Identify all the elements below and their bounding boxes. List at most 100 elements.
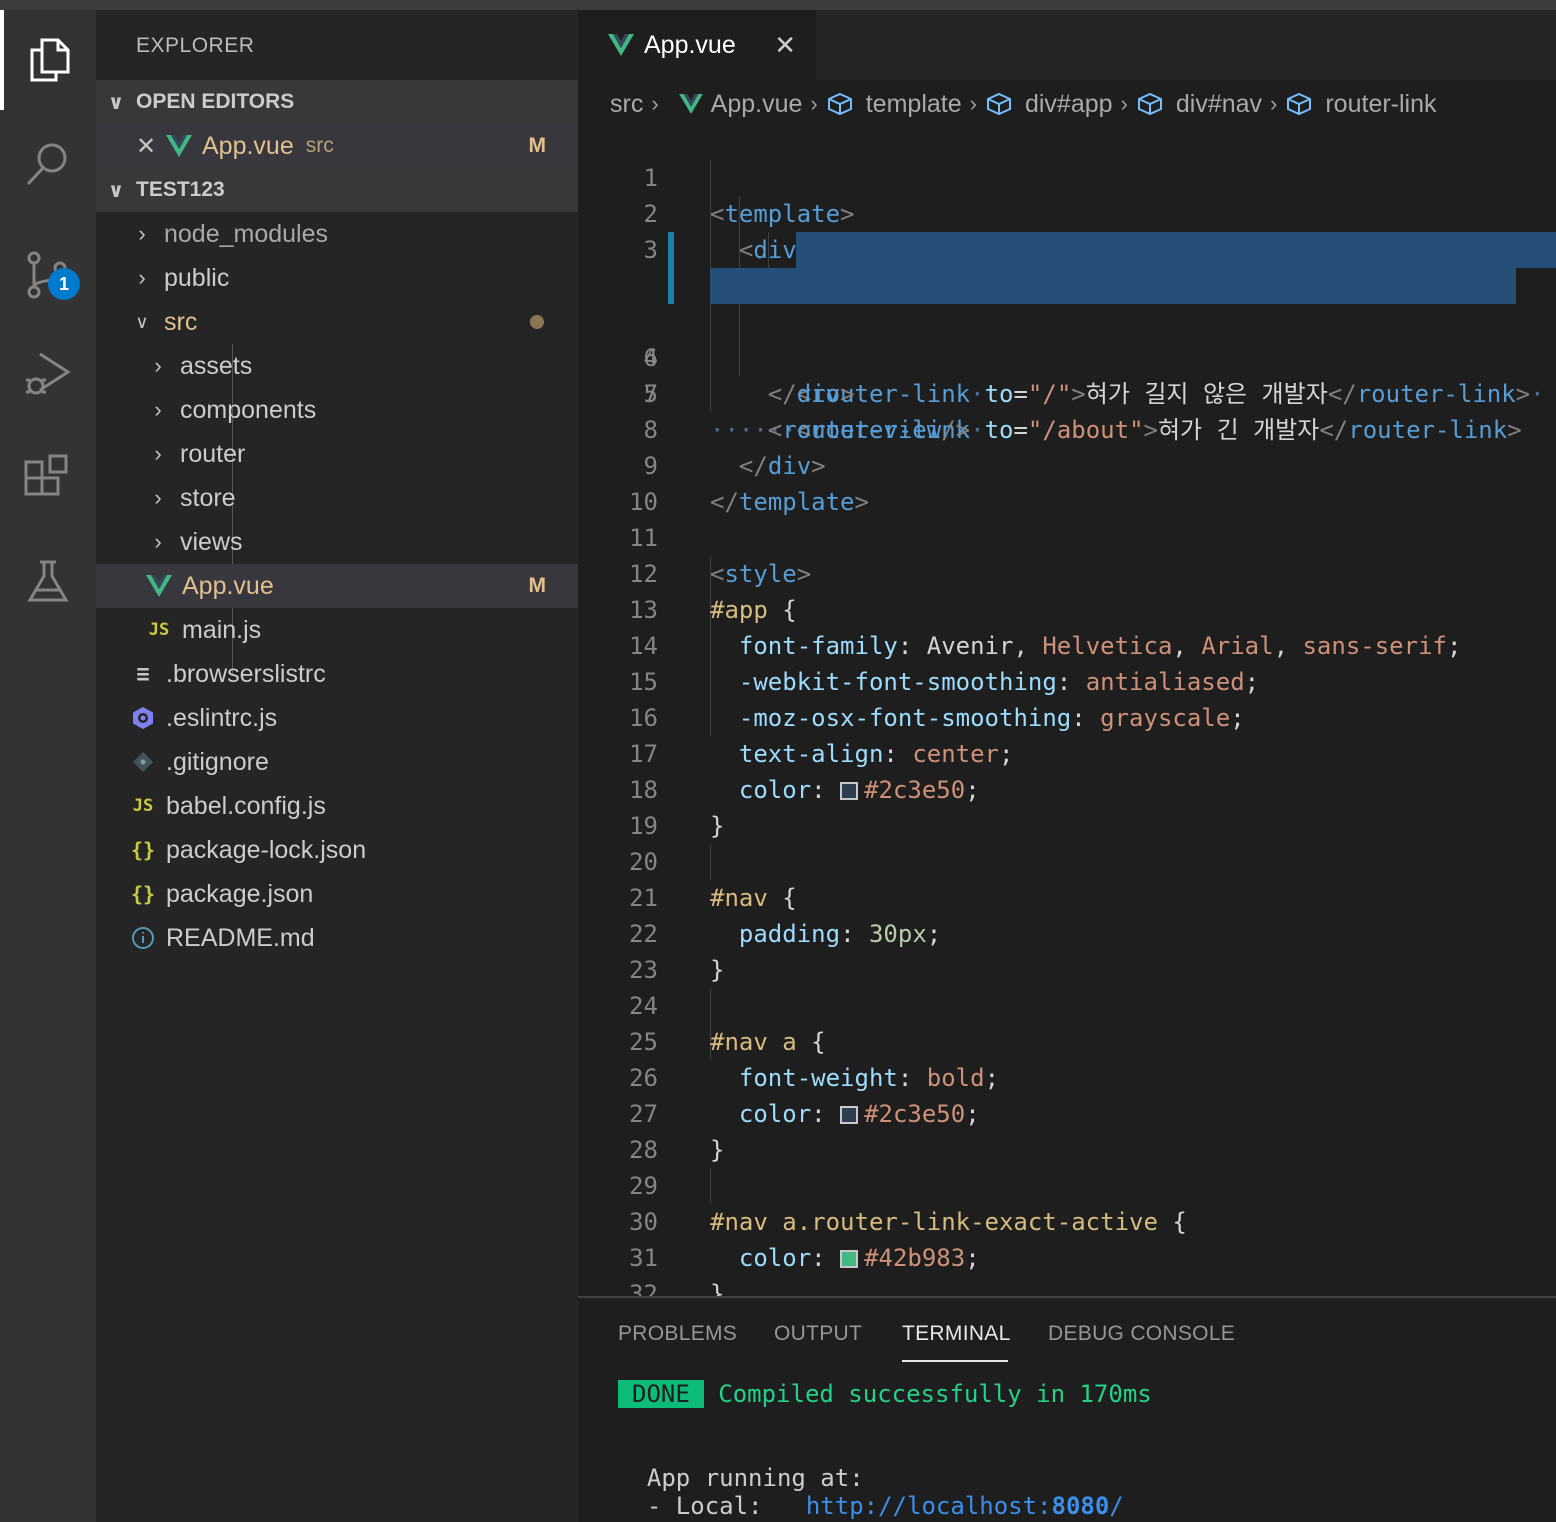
tree-file-browserslistrc[interactable]: ≡ .browserslistrc: [96, 652, 578, 696]
tab-label: App.vue: [644, 30, 736, 59]
code-line: 33: [578, 1276, 1556, 1296]
close-icon[interactable]: ✕: [774, 30, 796, 61]
code-line: 31 }: [578, 1204, 1556, 1296]
tree-file-gitignore[interactable]: .gitignore: [96, 740, 578, 784]
code-line: 24 #nav a {: [578, 952, 1556, 1056]
tree-file-package-lock[interactable]: {} package-lock.json: [96, 828, 578, 872]
folder-label: store: [180, 483, 236, 512]
terminal-line: - Local: http://localhost:8080/: [618, 1492, 1124, 1520]
file-label: main.js: [182, 615, 262, 644]
explorer-activity-icon[interactable]: [0, 10, 96, 110]
json-file-icon: {}: [130, 838, 156, 862]
chevron-down-icon: ∨: [107, 179, 125, 202]
open-editors-label: OPEN EDITORS: [136, 90, 295, 113]
breadcrumb-item[interactable]: App.vue: [711, 90, 803, 119]
code-line: 1 <template>: [578, 124, 1556, 228]
compiled-message: Compiled successfully in 170ms: [718, 1380, 1152, 1408]
folder-label: public: [164, 263, 230, 292]
tree-file-readme[interactable]: README.md: [96, 916, 578, 960]
vue-file-icon: [146, 573, 172, 599]
open-editor-folder: src: [305, 134, 334, 157]
code-line: 7 <router-view/>: [578, 340, 1556, 444]
open-editor-name: App.vue: [202, 131, 294, 160]
activity-bar: 1: [0, 10, 96, 1522]
terminal-line: App running at:: [618, 1464, 864, 1492]
code-line: 19: [578, 772, 1556, 840]
local-label: - Local:: [646, 1492, 763, 1520]
local-url[interactable]: http://localhost:8080/: [806, 1492, 1124, 1520]
js-file-icon: JS: [132, 796, 154, 816]
code-line: 12 #app {: [578, 520, 1556, 624]
code-line: 15 -moz-osx-font-smoothing: grayscale;: [578, 628, 1556, 732]
chevron-right-icon: ›: [138, 265, 146, 290]
open-editor-item[interactable]: ✕ App.vue src M: [96, 124, 578, 168]
code-line: 16 text-align: center;: [578, 664, 1556, 768]
tab-terminal[interactable]: TERMINAL: [902, 1322, 1011, 1346]
code-line: 8 </div>: [578, 376, 1556, 480]
chevron-right-icon: ›: [154, 485, 162, 510]
search-activity-icon[interactable]: [0, 114, 96, 214]
tree-folder-store[interactable]: › store: [96, 476, 578, 520]
eslint-file-icon: [130, 705, 156, 731]
tree-folder-router[interactable]: › router: [96, 432, 578, 476]
file-label: .eslintrc.js: [166, 703, 278, 732]
breadcrumb-item[interactable]: router-link: [1325, 90, 1436, 119]
tree-folder-components[interactable]: › components: [96, 388, 578, 432]
code-line: 6 </div>: [578, 304, 1556, 408]
tree-folder-src[interactable]: ∨ src: [96, 300, 578, 344]
explorer-title: EXPLORER: [136, 34, 255, 57]
info-file-icon: [130, 925, 156, 951]
breadcrumb-item[interactable]: template: [866, 90, 962, 119]
code-line-selected: 4 <router-link·to="/">혀가 길지 않은 개발자</rout…: [578, 232, 1556, 408]
tree-folder-assets[interactable]: › assets: [96, 344, 578, 388]
run-debug-activity-icon[interactable]: [0, 324, 96, 424]
code-line: 32 </style>: [578, 1240, 1556, 1296]
code-editor[interactable]: 1 <template> 2 <div id="app"> 3 <div id=…: [578, 124, 1556, 1296]
tree-file-eslintrc[interactable]: .eslintrc.js: [96, 696, 578, 740]
code-line: 30 color: #42b983;: [578, 1168, 1556, 1272]
symbol-cube-icon: [986, 92, 1011, 116]
breadcrumb-item[interactable]: div#nav: [1176, 90, 1262, 119]
running-label: App running at:: [646, 1464, 864, 1492]
file-label: package.json: [166, 879, 314, 908]
lines-file-icon: ≡: [136, 661, 150, 687]
tab-app-vue[interactable]: App.vue ✕: [578, 10, 816, 80]
code-line: 3 <div id="nav">: [578, 196, 1556, 300]
tab-problems[interactable]: PROBLEMS: [618, 1322, 737, 1346]
tree-file-babel-config[interactable]: JS babel.config.js: [96, 784, 578, 828]
editor-area: App.vue ✕ src › App.vue › template › div…: [578, 10, 1556, 1296]
tab-debug-console[interactable]: DEBUG CONSOLE: [1048, 1322, 1235, 1346]
chevron-right-icon: ›: [154, 529, 162, 554]
tab-output[interactable]: OUTPUT: [774, 1322, 862, 1346]
file-label: .gitignore: [166, 747, 269, 776]
project-header[interactable]: ∨ TEST123: [96, 168, 578, 212]
js-file-icon: JS: [148, 620, 170, 640]
chevron-right-icon: ›: [1270, 91, 1278, 116]
git-file-icon: [130, 749, 156, 775]
testing-activity-icon[interactable]: [0, 532, 96, 632]
folder-label: views: [180, 527, 243, 556]
bottom-panel: PROBLEMS OUTPUT TERMINAL DEBUG CONSOLE D…: [578, 1296, 1556, 1522]
file-label: babel.config.js: [166, 791, 326, 820]
modified-gutter-indicator: [668, 232, 674, 268]
tree-folder-views[interactable]: › views: [96, 520, 578, 564]
code-line: 22 }: [578, 880, 1556, 984]
code-line: 14 -webkit-font-smoothing: antialiased;: [578, 592, 1556, 696]
breadcrumb-item[interactable]: div#app: [1025, 90, 1113, 119]
chevron-down-icon: ∨: [135, 311, 149, 332]
chevron-right-icon: ›: [651, 91, 659, 116]
tree-file-package-json[interactable]: {} package.json: [96, 872, 578, 916]
folder-label: components: [180, 395, 317, 424]
close-icon[interactable]: ✕: [136, 132, 166, 161]
breadcrumb-item[interactable]: src: [610, 90, 643, 119]
tab-bar: App.vue ✕: [578, 10, 1556, 80]
tree-file-main-js[interactable]: JS main.js: [96, 608, 578, 652]
file-label: App.vue: [182, 571, 274, 600]
extensions-activity-icon[interactable]: [0, 428, 96, 528]
source-control-activity-icon[interactable]: [0, 224, 96, 324]
symbol-cube-icon: [1287, 92, 1312, 116]
tree-folder-node_modules[interactable]: › node_modules: [96, 212, 578, 256]
open-editors-header[interactable]: ∨ OPEN EDITORS: [96, 80, 578, 124]
tree-folder-public[interactable]: › public: [96, 256, 578, 300]
tree-file-app-vue[interactable]: App.vue M: [96, 564, 578, 608]
